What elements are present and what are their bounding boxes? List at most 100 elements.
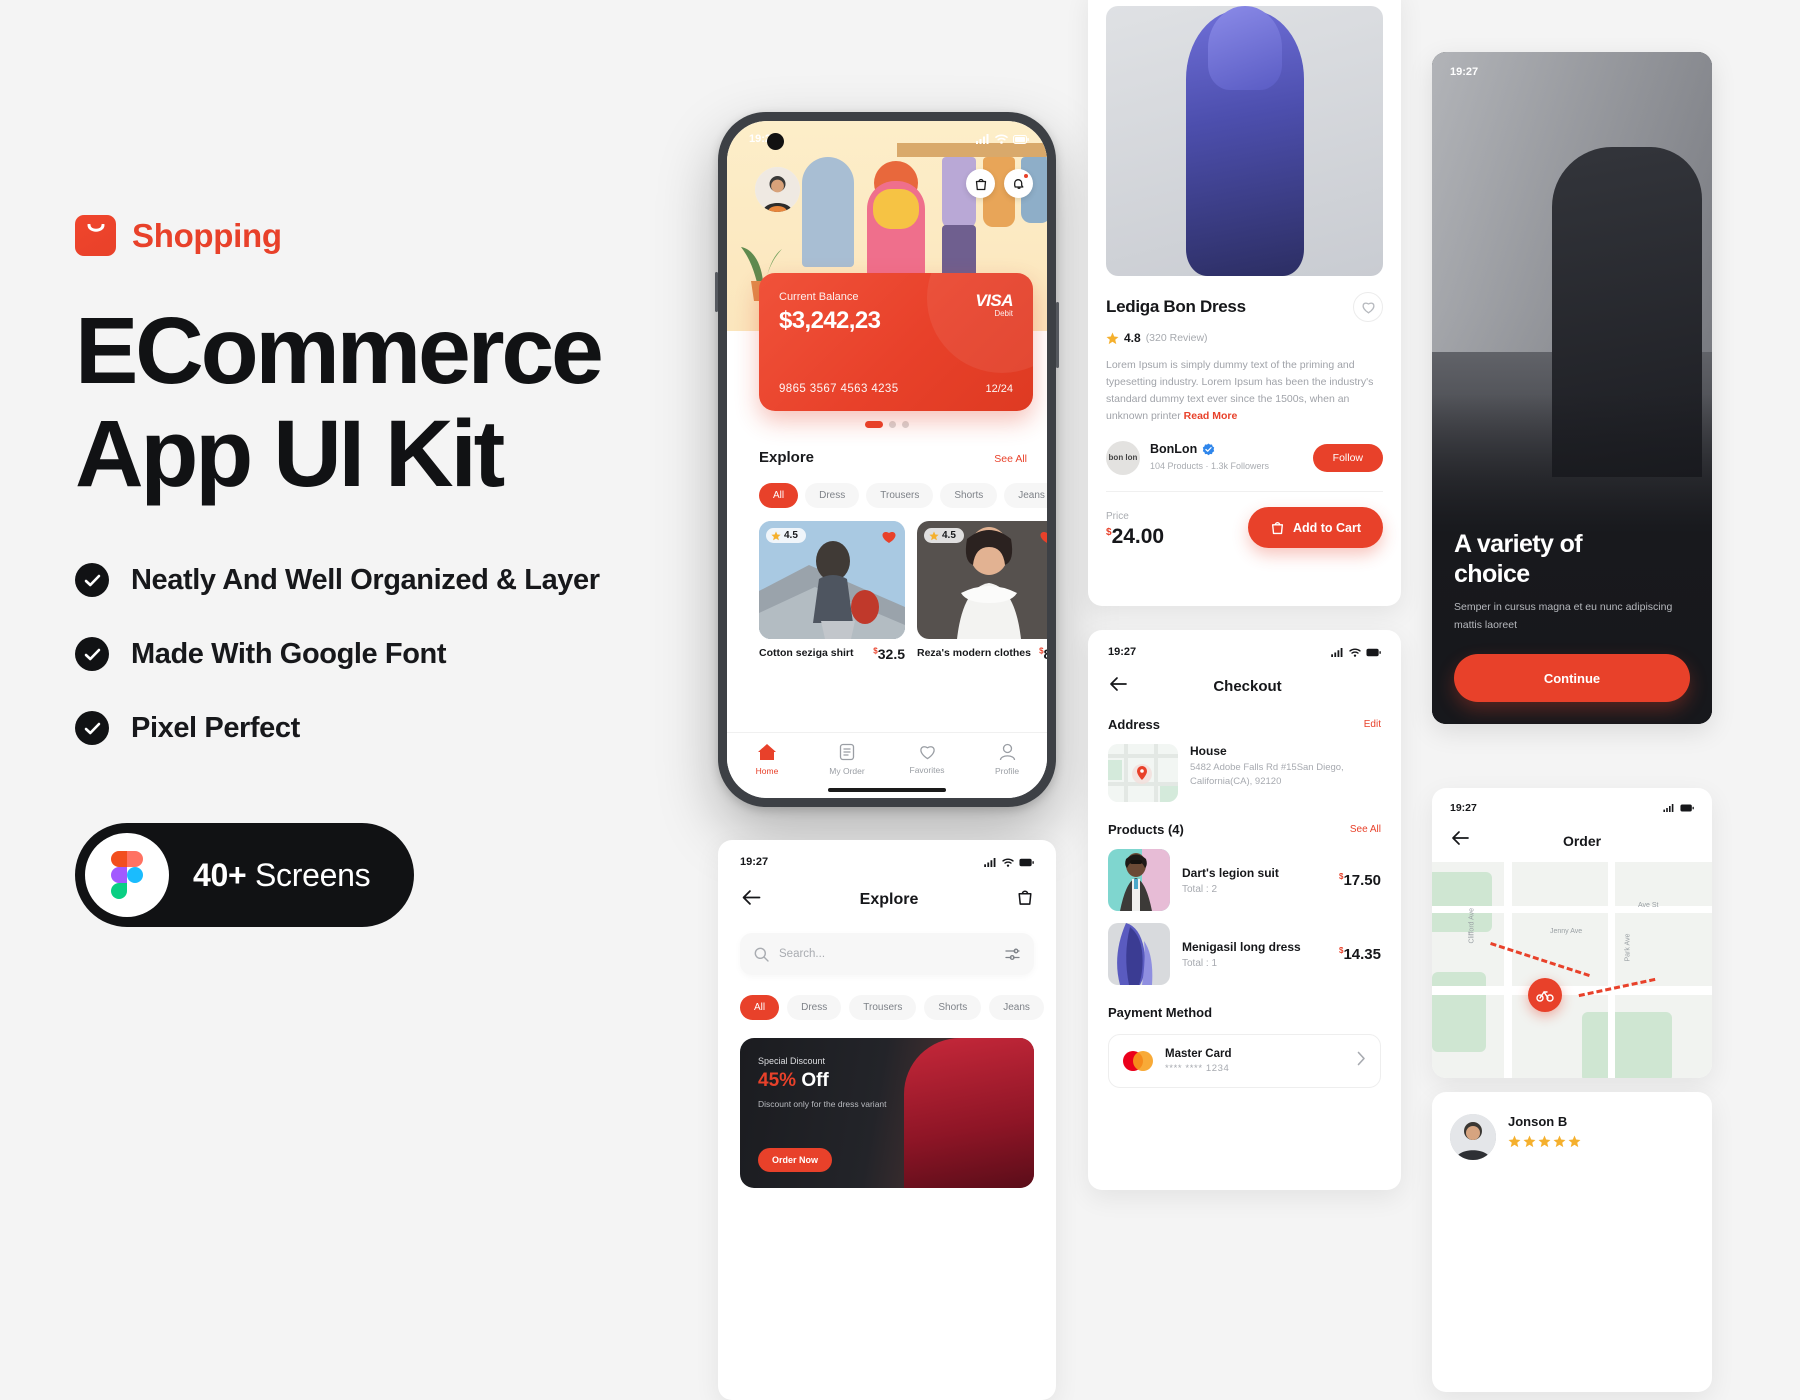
tab-label: Favorites — [909, 765, 945, 775]
chip-shorts[interactable]: Shorts — [924, 995, 982, 1020]
address-row[interactable]: House 5482 Adobe Falls Rd #15San Diego, … — [1088, 732, 1401, 802]
chip-jeans[interactable]: Jeans — [989, 995, 1044, 1020]
product-price: $17.50 — [1339, 872, 1381, 889]
rider-marker[interactable] — [1528, 978, 1562, 1012]
heart-outline-icon[interactable] — [1353, 292, 1383, 322]
promo-headline: A variety of choice — [1454, 529, 1690, 589]
chip-dress[interactable]: Dress — [787, 995, 842, 1020]
rating-value: 4.5 — [784, 530, 798, 541]
map-canvas[interactable]: Clifford Ave Jenny Ave Park Ave Ave St — [1432, 862, 1712, 1078]
continue-button[interactable]: Continue — [1454, 654, 1690, 702]
product-info: Menigasil long dress Total : 1 — [1182, 940, 1327, 969]
carousel-dot-active[interactable] — [865, 421, 883, 428]
product-thumbnail — [1108, 849, 1170, 911]
arrow-left-icon[interactable] — [740, 889, 762, 911]
screen-product-detail: Lediga Bon Dress 4.8 (320 Review) Lorem … — [1088, 0, 1401, 606]
star-icon — [929, 530, 939, 540]
bag-icon[interactable] — [1016, 888, 1034, 911]
chip-all[interactable]: All — [759, 483, 799, 508]
chip-shorts[interactable]: Shorts — [940, 483, 998, 508]
search-placeholder: Search... — [779, 948, 826, 960]
product-description: Lorem Ipsum is simply dummy text of the … — [1088, 345, 1401, 425]
map-park — [1582, 1012, 1672, 1078]
promo-banner[interactable]: Special Discount 45% Off Discount only f… — [740, 1038, 1034, 1188]
page-title: Order — [1562, 832, 1602, 849]
chip-trousers[interactable]: Trousers — [866, 483, 934, 508]
product-title-row: Lediga Bon Dress — [1088, 276, 1401, 322]
follow-button[interactable]: Follow — [1312, 444, 1383, 472]
product-card[interactable]: 4.5 Cotton seziga shirt $32.5 — [759, 521, 905, 662]
table-row[interactable]: Dart's legion suit Total : 2 $17.50 — [1088, 837, 1401, 911]
balance-card[interactable]: Current Balance $3,242,23 VISA Debit 986… — [759, 273, 1033, 411]
camera-punch-hole — [767, 133, 784, 150]
bag-icon[interactable] — [966, 169, 995, 198]
purchase-bar: Price $24.00 Add to Cart — [1088, 492, 1401, 549]
brand-name: BonLon — [1150, 442, 1198, 456]
status-icons — [984, 857, 1034, 867]
promo-headline-line-1: A variety of — [1454, 530, 1583, 559]
product-grid: 4.5 Cotton seziga shirt $32.5 4.5 Reza's… — [759, 521, 1047, 662]
read-more-link[interactable]: Read More — [1184, 410, 1238, 422]
brand-info: BonLon 104 Products · 1.3k Followers — [1150, 442, 1303, 474]
heart-icon[interactable] — [1039, 529, 1047, 549]
screens-badge[interactable]: 40+ Screens — [75, 823, 415, 928]
check-icon — [75, 711, 109, 746]
heart-icon[interactable] — [881, 529, 897, 549]
screen-checkout: 19:27 Checkout Address Edit House 5482 A… — [1088, 630, 1401, 1190]
avatar[interactable] — [755, 167, 800, 212]
verified-badge-icon — [1203, 442, 1215, 455]
brand-name: Shopping — [132, 216, 282, 254]
screen-promo-dark: 19:27 A variety of choice Semper in curs… — [1432, 52, 1712, 724]
screen-order-map: 19:27 Order Clifford Ave Jenny Ave Park … — [1432, 788, 1712, 1078]
tab-favorites[interactable]: Favorites — [897, 743, 957, 775]
hero-panel: Shopping ECommerce App UI Kit Neatly And… — [75, 215, 715, 928]
product-title: Lediga Bon Dress — [1106, 297, 1246, 316]
promo-dress-image — [904, 1038, 1034, 1188]
feature-label: Neatly And Well Organized & Layer — [131, 563, 600, 596]
carousel-dot[interactable] — [889, 421, 896, 428]
map-park — [1432, 872, 1492, 932]
product-total: Total : 2 — [1182, 883, 1218, 895]
rating-value: 4.5 — [942, 530, 956, 541]
see-all-link[interactable]: See All — [994, 453, 1027, 465]
status-icons — [1331, 647, 1381, 657]
see-all-link[interactable]: See All — [1350, 824, 1381, 835]
map-road — [1504, 862, 1512, 1078]
list-item: Made With Google Font — [75, 637, 715, 672]
product-total: Total : 1 — [1182, 957, 1218, 969]
nav-bar: Order — [1432, 814, 1712, 851]
map-street-label: Jenny Ave — [1550, 928, 1583, 935]
mastercard-icon — [1123, 1051, 1153, 1071]
screens-count: 40+ — [193, 856, 247, 893]
tab-my-order[interactable]: My Order — [817, 743, 877, 776]
brand-row[interactable]: bon lon BonLon 104 Products · 1.3k Follo… — [1088, 425, 1401, 475]
add-to-cart-button[interactable]: Add to Cart — [1247, 507, 1383, 548]
carousel-dots[interactable] — [727, 421, 1047, 428]
table-row[interactable]: Menigasil long dress Total : 1 $14.35 — [1088, 911, 1401, 985]
carousel-dot[interactable] — [902, 421, 909, 428]
order-now-button[interactable]: Order Now — [758, 1148, 833, 1172]
chevron-right-icon[interactable] — [1357, 1051, 1366, 1071]
map-thumbnail — [1108, 744, 1178, 802]
wifi-icon — [995, 134, 1008, 144]
address-text-block: House 5482 Adobe Falls Rd #15San Diego, … — [1190, 744, 1381, 802]
payment-section-header: Payment Method — [1088, 985, 1401, 1020]
arrow-left-icon[interactable] — [1450, 830, 1470, 851]
tab-profile[interactable]: Profile — [977, 743, 1037, 776]
chip-all[interactable]: All — [740, 995, 780, 1020]
chip-trousers[interactable]: Trousers — [849, 995, 917, 1020]
edit-link[interactable]: Edit — [1364, 719, 1381, 730]
search-input[interactable]: Search... — [740, 933, 1034, 975]
chip-dress[interactable]: Dress — [805, 483, 860, 508]
brand-avatar: bon lon — [1106, 441, 1140, 475]
payment-method-row[interactable]: Master Card **** **** 1234 — [1108, 1034, 1381, 1088]
bell-icon[interactable] — [1004, 169, 1033, 198]
battery-icon — [1366, 648, 1381, 656]
payment-info: Master Card **** **** 1234 — [1165, 1048, 1345, 1074]
notification-badge — [1023, 173, 1029, 179]
product-card[interactable]: 4.5 Reza's modern clothes $8.5 — [917, 521, 1047, 662]
chip-jeans[interactable]: Jeans — [1004, 483, 1047, 508]
price-block: Price $24.00 — [1106, 506, 1164, 549]
feature-list: Neatly And Well Organized & Layer Made W… — [75, 563, 715, 746]
tab-home[interactable]: Home — [737, 743, 797, 776]
